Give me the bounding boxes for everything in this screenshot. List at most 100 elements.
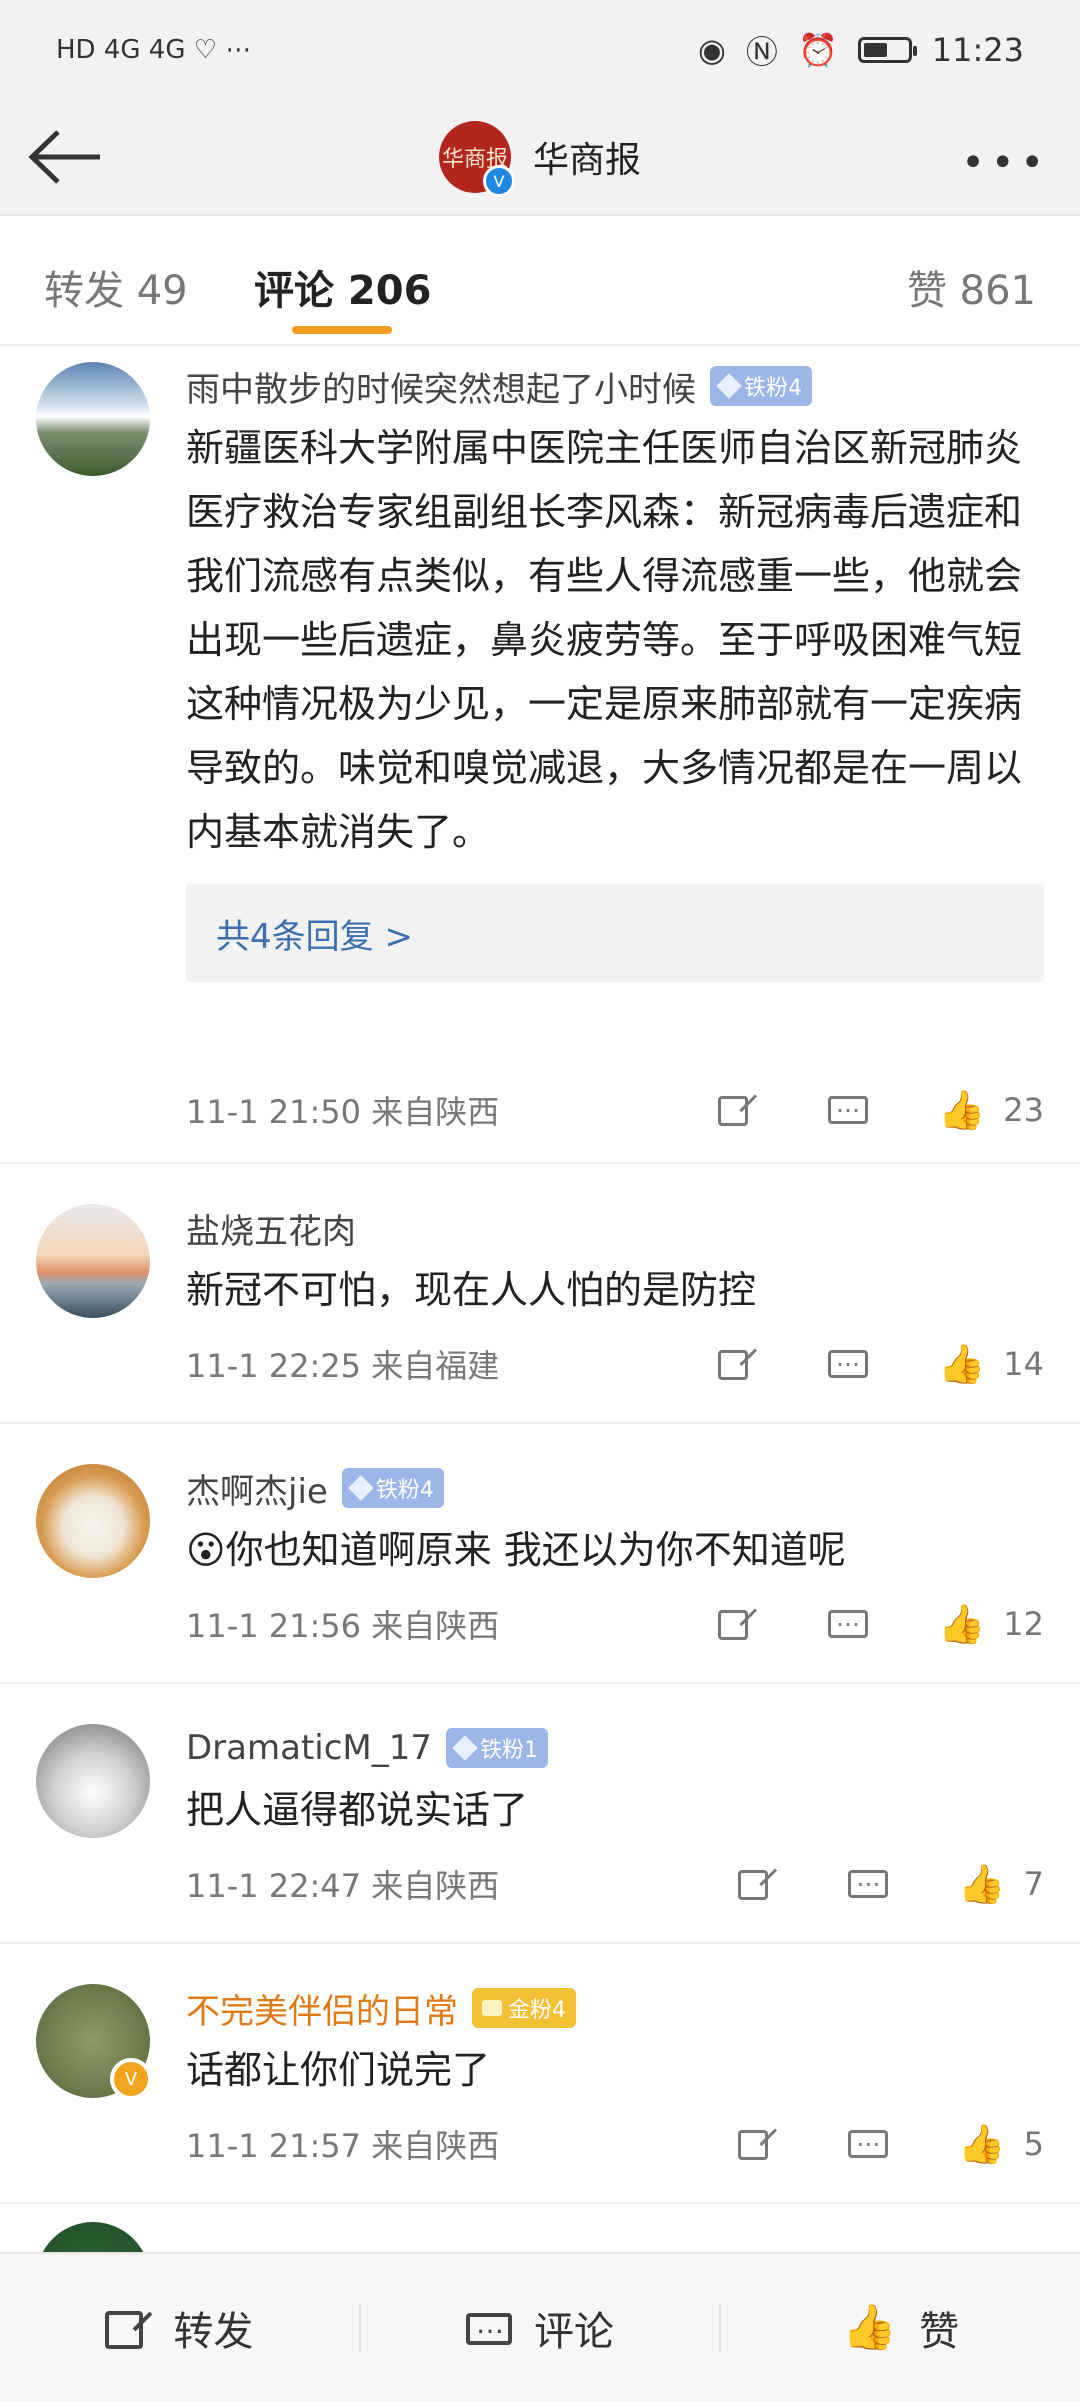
tab-likes[interactable]: 赞 861 <box>907 258 1036 316</box>
more-dots-icon[interactable]: ••• <box>961 140 1050 186</box>
share-icon[interactable] <box>717 1344 758 1384</box>
comment-icon[interactable] <box>848 1864 889 1904</box>
comment-meta: 11-1 22:47 来自陕西 👍7 <box>186 1854 1044 1914</box>
bottom-share-label: 转发 <box>173 2309 254 2355</box>
comment-time: 11-1 22:47 来自陕西 <box>186 1867 500 1905</box>
avatar[interactable] <box>36 1204 150 1318</box>
comment-icon[interactable] <box>848 2124 889 2164</box>
comment-actions: 👍 12 <box>717 1604 1044 1644</box>
fan-badge-label: 铁粉4 <box>375 1478 434 1503</box>
share-icon[interactable] <box>738 1864 778 1904</box>
like-count: 7 <box>1023 1865 1044 1903</box>
comment-time: 11-1 21:56 来自陕西 <box>186 1607 500 1645</box>
comment-icon[interactable] <box>827 1344 868 1384</box>
comment-time: 11-1 21:57 来自陕西 <box>186 2127 500 2165</box>
tab-comments[interactable]: 评论 206 <box>254 258 431 316</box>
comment-meta: 11-1 22:25 来自福建 👍 14 <box>186 1334 1044 1394</box>
like-button[interactable]: 👍 7 <box>958 1864 1044 1904</box>
like-count: 14 <box>1003 1345 1044 1383</box>
like-button[interactable]: 👍 12 <box>938 1604 1044 1644</box>
share-icon[interactable] <box>738 2124 778 2164</box>
comment-body: 不完美伴侣的日常 金粉4 话都让你们说完了 <box>186 1984 1044 2102</box>
like-count: 12 <box>1003 1605 1044 1643</box>
thumbs-up-icon: 👍 <box>937 1602 986 1646</box>
top-nav: 华商报 V 华商报 ••• <box>0 100 1080 216</box>
username[interactable]: DramaticM_17 <box>186 1728 432 1768</box>
fan-badge: 铁粉4 <box>341 1468 444 1508</box>
share-icon[interactable] <box>717 1090 758 1130</box>
view-replies-button[interactable]: 共4条回复 > <box>186 884 1044 982</box>
fan-badge-label: 铁粉1 <box>480 1738 539 1763</box>
avatar[interactable] <box>36 1464 150 1578</box>
username-row: DramaticM_17 铁粉1 <box>186 1724 1044 1772</box>
username-row: 不完美伴侣的日常 金粉4 <box>186 1984 1044 2032</box>
like-button[interactable]: 👍 14 <box>938 1344 1044 1384</box>
comment-item: 雨中散步的时候突然想起了小时候 铁粉4 新疆医科大学附属中医院主任医师自治区新冠… <box>0 346 1080 1164</box>
bottom-comment-button[interactable]: 评论 <box>361 2299 720 2357</box>
account-name[interactable]: 华商报 <box>533 131 641 183</box>
comment-item: DramaticM_17 铁粉1 把人逼得都说实话了 11-1 22:47 来自… <box>0 1684 1080 1944</box>
share-icon[interactable] <box>717 1604 758 1644</box>
bottom-like-button[interactable]: 👍 赞 <box>721 2299 1080 2357</box>
comment-item: 盐烧五花肉 新冠不可怕，现在人人怕的是防控 11-1 22:25 来自福建 👍1… <box>0 1164 1080 1424</box>
bottom-comment-label: 评论 <box>534 2309 614 2355</box>
account-logo[interactable]: 华商报 V <box>438 121 515 197</box>
username-row: 杰啊杰jie 铁粉4 <box>186 1464 1044 1512</box>
username[interactable]: 雨中散步的时候突然想起了小时候 <box>186 362 696 411</box>
like-count: 23 <box>1003 1091 1044 1129</box>
like-button[interactable]: 👍 23 <box>938 1090 1044 1130</box>
comment-meta: 11-1 21:50 来自陕西 👍 23 <box>186 1080 1044 1140</box>
thumbs-up-icon: 👍 <box>842 2302 898 2353</box>
comment-text: 😮你也知道啊原来 我还以为你不知道呢 <box>186 1528 846 1572</box>
thumbs-up-icon: 👍 <box>958 1862 1006 1906</box>
fan-badge-label: 铁粉4 <box>744 376 802 401</box>
avatar[interactable] <box>36 362 150 476</box>
comment-body: DramaticM_17 铁粉1 把人逼得都说实话了 <box>186 1724 1044 1842</box>
comment-item: 杰啊杰jie 铁粉4 😮你也知道啊原来 我还以为你不知道呢 11-1 21:56… <box>0 1424 1080 1684</box>
comment-actions: 👍 14 <box>717 1344 1044 1384</box>
verified-badge-icon: V <box>482 165 515 197</box>
diamond-icon <box>348 1475 374 1501</box>
comment-icon[interactable] <box>827 1090 868 1130</box>
comment-text: 新冠不可怕，现在人人怕的是防控 <box>186 1268 757 1312</box>
comment-icon[interactable] <box>827 1604 868 1644</box>
like-count: 5 <box>1023 2125 1044 2163</box>
status-left: HD 4G 4G ♡ ⋯ <box>56 35 251 65</box>
verified-badge-icon: V <box>110 2058 152 2100</box>
comment-text: 新疆医科大学附属中医院主任医师自治区新冠肺炎医疗救治专家组副组长李风森：新冠病毒… <box>186 426 1023 854</box>
tab-reposts[interactable]: 转发 49 <box>44 258 188 316</box>
comment-body: 盐烧五花肉 新冠不可怕，现在人人怕的是防控 <box>186 1204 1044 1322</box>
username[interactable]: 不完美伴侣的日常 <box>186 1984 458 2033</box>
status-indicators: HD 4G 4G ♡ ⋯ <box>56 35 252 65</box>
crown-icon <box>482 2000 502 2016</box>
fan-badge-label: 金粉4 <box>508 1998 566 2023</box>
bottom-share-button[interactable]: 转发 <box>0 2299 359 2357</box>
avatar[interactable]: V <box>36 1984 152 2100</box>
fan-badge: 铁粉4 <box>710 366 812 406</box>
status-bar: HD 4G 4G ♡ ⋯ ◉ Ⓝ ⏰ 11:23 <box>0 0 1080 100</box>
status-right: ◉ Ⓝ ⏰ 11:23 <box>698 27 1024 73</box>
comment-item: V 不完美伴侣的日常 金粉4 话都让你们说完了 11-1 21:57 来自陕西 … <box>0 1944 1080 2204</box>
back-arrow-icon[interactable] <box>26 122 106 192</box>
account-header[interactable]: 华商报 V 华商报 <box>438 121 641 197</box>
comment-body: 雨中散步的时候突然想起了小时候 铁粉4 新疆医科大学附属中医院主任医师自治区新冠… <box>186 362 1044 982</box>
active-tab-indicator <box>292 326 392 334</box>
thumbs-up-icon: 👍 <box>958 2122 1006 2166</box>
nfc-icon: Ⓝ <box>745 33 778 71</box>
tab-bar: 转发 49 评论 206 赞 861 <box>0 216 1080 346</box>
username-row: 雨中散步的时候突然想起了小时候 铁粉4 <box>186 362 1044 410</box>
comment-text: 把人逼得都说实话了 <box>186 1788 529 1832</box>
diamond-icon <box>452 1735 478 1761</box>
comment-actions: 👍 23 <box>717 1090 1044 1130</box>
username[interactable]: 杰啊杰jie <box>186 1464 328 1513</box>
bottom-action-bar: 转发 评论 👍 赞 <box>0 2252 1080 2402</box>
username-row: 盐烧五花肉 <box>186 1204 1044 1252</box>
comment-icon <box>466 2305 512 2351</box>
comment-list: 雨中散步的时候突然想起了小时候 铁粉4 新疆医科大学附属中医院主任医师自治区新冠… <box>0 346 1080 2336</box>
avatar[interactable] <box>36 1724 150 1838</box>
username[interactable]: 盐烧五花肉 <box>186 1204 356 1253</box>
diamond-icon <box>716 373 742 399</box>
like-button[interactable]: 👍 5 <box>958 2124 1044 2164</box>
comment-actions: 👍7 <box>738 1864 1044 1904</box>
fan-badge: 金粉4 <box>472 1988 576 2028</box>
